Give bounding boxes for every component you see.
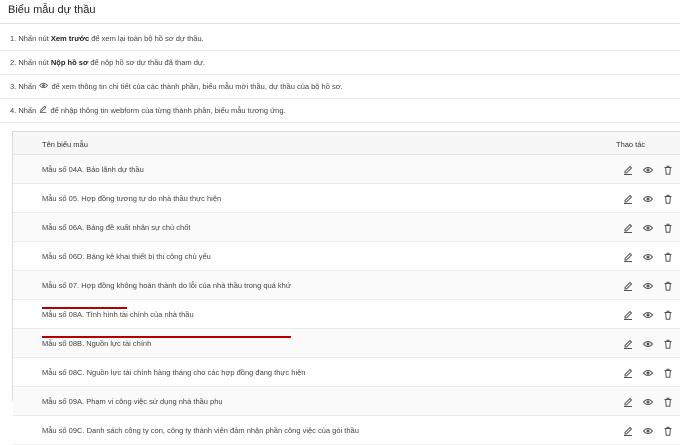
pencil-icon <box>623 310 633 322</box>
trash-icon <box>663 368 673 380</box>
view-button[interactable] <box>642 368 654 380</box>
table-row: Mẫu số 08A. Tình hình tài chính của nhà … <box>13 300 680 329</box>
pencil-icon <box>623 281 633 293</box>
trash-icon <box>663 252 673 264</box>
table-row: Mẫu số 04A. Bảo lãnh dự thầu <box>13 155 680 184</box>
trash-icon <box>663 397 673 409</box>
delete-button[interactable] <box>663 310 673 320</box>
eye-icon <box>642 224 654 235</box>
delete-button[interactable] <box>663 194 673 204</box>
table-row: Mẫu số 09A. Phạm vi công việc sử dụng nh… <box>13 387 680 416</box>
pencil-icon <box>623 339 633 351</box>
view-button[interactable] <box>642 223 654 235</box>
view-button[interactable] <box>642 397 654 409</box>
view-button[interactable] <box>642 426 654 438</box>
red-underline-08b <box>42 307 127 309</box>
delete-button[interactable] <box>663 281 673 291</box>
edit-button[interactable] <box>623 368 633 378</box>
edit-button[interactable] <box>623 281 633 291</box>
edit-button[interactable] <box>623 252 633 262</box>
eye-icon <box>642 195 654 206</box>
view-button[interactable] <box>642 310 654 322</box>
view-button[interactable] <box>642 252 654 264</box>
column-header-actions: Thao tác <box>616 140 646 149</box>
delete-button[interactable] <box>663 397 673 407</box>
table-header: Tên biểu mẫu Thao tác <box>13 132 680 155</box>
table-row: Mẫu số 09C. Danh sách công ty con, công … <box>13 416 680 445</box>
form-name: Mẫu số 09A. Phạm vi công việc sử dụng nh… <box>42 397 223 406</box>
trash-icon <box>663 223 673 235</box>
pencil-icon <box>623 194 633 206</box>
instruction-1: 1. Nhấn nút Xem trước để xem lại toàn bộ… <box>0 27 680 51</box>
red-underline-08c <box>42 336 291 338</box>
eye-icon <box>642 282 654 293</box>
table-row: Mẫu số 07. Hợp đồng không hoàn thành do … <box>13 271 680 300</box>
view-button[interactable] <box>642 165 654 177</box>
form-name: Mẫu số 04A. Bảo lãnh dự thầu <box>42 165 144 174</box>
eye-icon <box>39 75 49 99</box>
edit-button[interactable] <box>623 397 633 407</box>
delete-button[interactable] <box>663 368 673 378</box>
table-row: Mẫu số 08B. Nguồn lực tài chính <box>13 329 680 358</box>
trash-icon <box>663 310 673 322</box>
delete-button[interactable] <box>663 165 673 175</box>
submit-button-reference: Nộp hồ sơ <box>50 58 89 67</box>
eye-icon <box>642 369 654 380</box>
view-button[interactable] <box>642 339 654 351</box>
eye-icon <box>642 398 654 409</box>
table-row: Mẫu số 08C. Nguồn lực tài chính hàng thá… <box>13 358 680 387</box>
delete-button[interactable] <box>663 339 673 349</box>
pencil-icon <box>39 99 47 123</box>
pencil-icon <box>623 368 633 380</box>
table-row: Mẫu số 06D. Bảng kê khai thiết bị thi cô… <box>13 242 680 271</box>
delete-button[interactable] <box>663 426 673 436</box>
trash-icon <box>663 426 673 438</box>
form-name: Mẫu số 06D. Bảng kê khai thiết bị thi cô… <box>42 252 211 261</box>
delete-button[interactable] <box>663 252 673 262</box>
form-name: Mẫu số 07. Hợp đồng không hoàn thành do … <box>42 281 291 290</box>
eye-icon <box>642 340 654 351</box>
form-name: Mẫu số 08A. Tình hình tài chính của nhà … <box>42 310 194 319</box>
pencil-icon <box>623 426 633 438</box>
form-name: Mẫu số 08C. Nguồn lực tài chính hàng thá… <box>42 368 306 377</box>
eye-icon <box>642 166 654 177</box>
preview-button-reference: Xem trước <box>50 34 90 43</box>
eye-icon <box>642 427 654 438</box>
edit-button[interactable] <box>623 223 633 233</box>
form-name: Mẫu số 06A. Bảng đề xuất nhân sự chủ chố… <box>42 223 191 232</box>
trash-icon <box>663 339 673 351</box>
edit-button[interactable] <box>623 426 633 436</box>
instruction-3: 3. Nhấn để xem thông tin chi tiết của cá… <box>0 75 680 99</box>
pencil-icon <box>623 252 633 264</box>
form-name: Mẫu số 09C. Danh sách công ty con, công … <box>42 426 359 435</box>
pencil-icon <box>623 165 633 177</box>
table-row: Mẫu số 05. Hợp đồng tương tự do nhà thầu… <box>13 184 680 213</box>
edit-button[interactable] <box>623 310 633 320</box>
delete-button[interactable] <box>663 223 673 233</box>
eye-icon <box>642 311 654 322</box>
form-name: Mẫu số 08B. Nguồn lực tài chính <box>42 339 152 348</box>
form-table: Tên biểu mẫu Thao tác Mẫu số 04A. Bảo lã… <box>12 131 680 445</box>
edit-button[interactable] <box>623 194 633 204</box>
instruction-4: 4. Nhấn để nhập thông tin webform của từ… <box>0 99 680 123</box>
edit-button[interactable] <box>623 339 633 349</box>
page-title: Biểu mẫu dự thầu <box>8 4 96 16</box>
trash-icon <box>663 194 673 206</box>
eye-icon <box>642 253 654 264</box>
page-header: Biểu mẫu dự thầu <box>0 0 680 24</box>
trash-icon <box>663 165 673 177</box>
view-button[interactable] <box>642 194 654 206</box>
view-button[interactable] <box>642 281 654 293</box>
pencil-icon <box>623 223 633 235</box>
pencil-icon <box>623 397 633 409</box>
form-name: Mẫu số 05. Hợp đồng tương tự do nhà thầu… <box>42 194 222 203</box>
trash-icon <box>663 281 673 293</box>
instruction-2: 2. Nhấn nút Nộp hồ sơ để nộp hồ sơ dự th… <box>0 51 680 75</box>
column-header-name: Tên biểu mẫu <box>42 140 88 149</box>
edit-button[interactable] <box>623 165 633 175</box>
table-row: Mẫu số 06A. Bảng đề xuất nhân sự chủ chố… <box>13 213 680 242</box>
